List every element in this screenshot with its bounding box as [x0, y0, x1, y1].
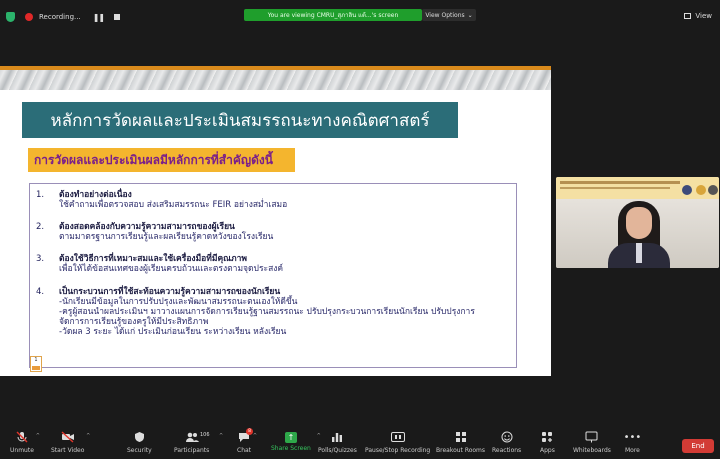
item-heading: ต้องใช้วิธีการที่เหมาะสมและใช้เครื่องมือ…: [59, 254, 248, 264]
grid-view-icon: [684, 13, 692, 19]
item-detail: ตามมาตรฐานการเรียนรู้และผลเรียนรู้คาดหวั…: [59, 232, 274, 242]
logo-icon: [696, 185, 706, 195]
chevron-up-icon[interactable]: ^: [253, 433, 257, 439]
top-bar: Recording... ❚❚ You are viewing CMRU_สุภ…: [0, 0, 720, 34]
chevron-up-icon[interactable]: ^: [219, 433, 223, 439]
pause-recording-button[interactable]: ❚❚: [93, 13, 105, 22]
page-number: 1: [34, 357, 38, 363]
breakout-rooms-button[interactable]: Breakout Rooms: [436, 430, 485, 454]
item-detail: -ครูผู้สอนนำผลประเมินฯ มาวางแผนการจัดการ…: [59, 307, 475, 317]
page-badge-bar: [32, 366, 40, 370]
more-button[interactable]: ••• More: [623, 430, 642, 455]
reactions-icon: [500, 430, 514, 444]
view-options-label: View Options: [425, 11, 465, 19]
whiteboard-icon: [585, 430, 599, 444]
item-heading: ต้องทำอย่างต่อเนื่อง: [59, 190, 132, 200]
reactions-label: Reactions: [492, 447, 522, 454]
security-label: Security: [127, 447, 152, 454]
item-number: 1.: [36, 190, 45, 200]
viewing-screen-banner: You are viewing CMRU_สุภาลิน แต้...'s sc…: [244, 9, 422, 21]
zoom-window: Recording... ❚❚ You are viewing CMRU_สุภ…: [0, 0, 720, 459]
polls-label: Polls/Quizzes: [318, 447, 357, 454]
logo-icon: [682, 185, 692, 195]
item-detail: เพื่อให้ได้ข้อสนเทศของผู้เรียนครบถ้วนและ…: [59, 264, 284, 274]
whiteboards-button[interactable]: Whiteboards: [573, 430, 611, 454]
item-heading: เป็นกระบวนการที่ใช้สะท้อนความรู้ความสามา…: [59, 287, 281, 297]
participant-count: 106: [200, 432, 210, 438]
participant-face: [626, 207, 652, 239]
poll-icon: [330, 430, 344, 444]
security-button[interactable]: Security: [127, 430, 152, 454]
share-screen-label: Share Screen: [271, 445, 311, 452]
page-number-badge: 1: [30, 356, 42, 372]
more-label: More: [625, 447, 640, 454]
item-detail: ใช้คำถามเพื่อตรวจสอบ ส่งเสริมสมรรถนะ FEI…: [59, 200, 288, 210]
slide-title: หลักการวัดผลและประเมินสมรรถนะทางคณิตศาสต…: [22, 102, 458, 138]
logo-icon: [708, 185, 718, 195]
participant-video[interactable]: [556, 177, 719, 268]
share-screen-button[interactable]: ↑ ^ Share Screen: [271, 430, 321, 452]
meeting-toolbar: ^ Unmute ^ Start Video Security 106 ^ Pa…: [0, 428, 720, 459]
pause-recording-icon: [390, 430, 405, 444]
view-options-button[interactable]: View Options ⌄: [422, 9, 476, 21]
participants-button[interactable]: 106 ^ Participants: [174, 430, 223, 454]
start-video-button[interactable]: ^ Start Video: [51, 430, 90, 454]
participants-label: Participants: [174, 447, 210, 454]
start-video-label: Start Video: [51, 447, 85, 454]
mic-muted-icon: [15, 430, 29, 444]
item-number: 3.: [36, 254, 45, 264]
reactions-button[interactable]: Reactions: [492, 430, 521, 454]
apps-label: Apps: [540, 447, 555, 454]
people-icon: [185, 430, 199, 444]
share-screen-icon: ↑: [284, 432, 297, 443]
chevron-up-icon[interactable]: ^: [86, 433, 90, 439]
apps-button[interactable]: Apps: [540, 430, 555, 454]
breakout-rooms-icon: [454, 430, 468, 444]
recording-dot-icon: [25, 13, 33, 21]
item-number: 2.: [36, 222, 45, 232]
whiteboards-label: Whiteboards: [573, 447, 611, 454]
security-shield-icon: [6, 12, 15, 22]
more-icon: •••: [623, 431, 642, 443]
item-heading: ต้องสอดคล้องกับความรู้ความสามารถของผู้เร…: [59, 222, 235, 232]
view-button[interactable]: View: [684, 12, 712, 20]
item-detail: -นักเรียนมีข้อมูลในการปรับปรุงและพัฒนาสม…: [59, 297, 298, 307]
shield-icon: [132, 430, 146, 444]
end-meeting-button[interactable]: End: [682, 439, 714, 453]
recording-label: Recording...: [39, 13, 81, 21]
polls-button[interactable]: Polls/Quizzes: [318, 430, 357, 454]
recording-indicator: Recording... ❚❚: [6, 12, 121, 22]
view-label: View: [695, 12, 712, 20]
slide-accent-bar: [0, 66, 551, 70]
unmute-button[interactable]: ^ Unmute: [10, 430, 40, 454]
item-number: 4.: [36, 287, 45, 297]
slide-content-box: 1. ต้องทำอย่างต่อเนื่อง ใช้คำถามเพื่อตรว…: [29, 183, 517, 368]
stop-recording-button[interactable]: [114, 14, 121, 20]
pause-stop-recording-button[interactable]: Pause/Stop Recording: [365, 430, 430, 454]
shared-screen-slide: หลักการวัดผลและประเมินสมรรถนะทางคณิตศาสต…: [0, 66, 551, 376]
pause-stop-recording-label: Pause/Stop Recording: [365, 447, 431, 454]
chat-button[interactable]: 8 ^ Chat: [237, 428, 257, 454]
item-detail: จัดการการเรียนรู้ของครูให้มีประสิทธิภาพ: [59, 317, 209, 327]
item-detail: -วัดผล 3 ระยะ ได้แก่ ประเมินก่อนเรียน ระ…: [59, 327, 287, 337]
video-off-icon: [61, 430, 75, 444]
participant-lanyard: [636, 243, 642, 263]
chat-label: Chat: [237, 447, 252, 454]
unmute-label: Unmute: [10, 447, 34, 454]
banner-line: [560, 181, 680, 184]
chevron-down-icon: ⌄: [467, 11, 473, 19]
banner-line: [560, 187, 670, 189]
breakout-rooms-label: Breakout Rooms: [436, 447, 486, 454]
video-background-banner: [556, 177, 719, 199]
apps-icon: [540, 430, 554, 444]
slide-subtitle: การวัดผลและประเมินผลมีหลักการที่สำคัญดัง…: [28, 148, 295, 172]
chevron-up-icon[interactable]: ^: [36, 433, 40, 439]
